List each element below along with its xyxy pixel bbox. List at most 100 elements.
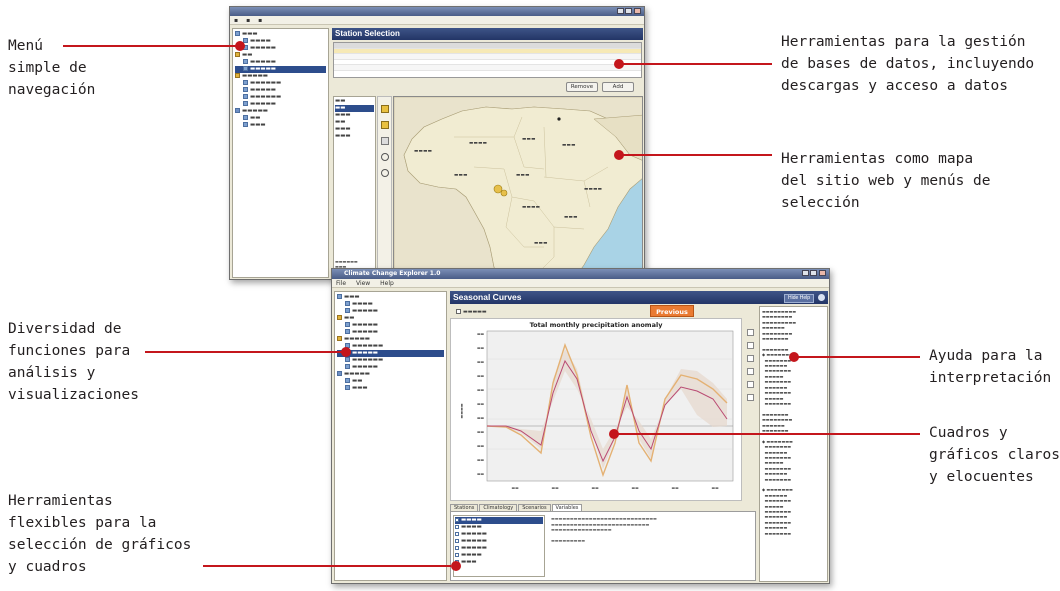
- x-tick-label: ▬▬: [591, 485, 599, 490]
- y-tick-label: ▬▬: [477, 415, 485, 420]
- tree-node[interactable]: ▬▬▬: [235, 122, 326, 129]
- tree-node[interactable]: ▬▬▬▬▬: [337, 329, 444, 336]
- close-button[interactable]: [819, 270, 826, 276]
- callout-line: [203, 565, 451, 567]
- tree-node[interactable]: ▬▬: [337, 315, 444, 322]
- window-titlebar[interactable]: Climate Change Explorer 1.0: [332, 269, 829, 279]
- add-button[interactable]: Add: [602, 82, 634, 92]
- tree-node[interactable]: ▬▬▬▬▬: [235, 101, 326, 108]
- x-tick-labels: ▬▬ ▬▬ ▬▬ ▬▬ ▬▬ ▬▬: [511, 485, 719, 490]
- variable-item[interactable]: ▬▬▬▬: [455, 552, 543, 559]
- hide-help-button[interactable]: Hide Help: [784, 294, 814, 303]
- tree-node[interactable]: ▬▬▬▬: [337, 301, 444, 308]
- chart-container: Total monthly precipitation anomaly ▬▬ ▬…: [450, 318, 742, 501]
- tree-node[interactable]: ▬▬▬: [235, 31, 326, 38]
- navigation-tree[interactable]: ▬▬▬ ▬▬▬▬ ▬▬▬▬▬ ▬▬ ▬▬▬▬▬ ▬▬▬▬▬ ▬▬▬▬▬ ▬▬▬▬…: [232, 28, 329, 278]
- tree-node[interactable]: ▬▬: [235, 52, 326, 59]
- window-titlebar[interactable]: [230, 7, 644, 16]
- chart-tool-icon[interactable]: [746, 355, 754, 362]
- tree-node[interactable]: ▬▬: [337, 378, 444, 385]
- tree-node[interactable]: ▬▬▬▬▬: [235, 87, 326, 94]
- annotation-charts: Cuadros y gráficos claros y elocuentes: [929, 425, 1060, 485]
- info-tool-icon[interactable]: [380, 137, 389, 145]
- database-table[interactable]: [333, 42, 642, 78]
- variable-item[interactable]: ▬▬▬▬▬: [455, 531, 543, 538]
- navigation-tree[interactable]: ▬▬▬ ▬▬▬▬ ▬▬▬▬▬ ▬▬ ▬▬▬▬▬ ▬▬▬▬▬ ▬▬▬▬▬ ▬▬▬▬…: [334, 291, 447, 581]
- tree-node[interactable]: ▬▬▬▬▬: [235, 73, 326, 80]
- station-selection-window: ▪ ▪ ▪ ▬▬▬ ▬▬▬▬ ▬▬▬▬▬ ▬▬ ▬▬▬▬▬ ▬▬▬▬▬ ▬▬▬▬▬ …: [229, 6, 645, 280]
- variable-list[interactable]: ▬▬▬▬ ▬▬▬▬ ▬▬▬▬▬ ▬▬▬▬▬ ▬▬▬▬▬ ▬▬▬▬ ▬▬▬: [453, 515, 545, 577]
- precipitation-chart: ▬▬ ▬▬ ▬▬ ▬▬ ▬▬ ▬▬ ▬▬ ▬▬ ▬▬ ▬▬ ▬▬ ▬▬ ▬▬ ▬…: [459, 330, 734, 490]
- tree-node[interactable]: ▬▬▬▬▬: [337, 322, 444, 329]
- layer-item[interactable]: ▬▬▬: [335, 133, 374, 140]
- tree-node[interactable]: ▬▬▬: [337, 294, 444, 301]
- variable-item[interactable]: ▬▬▬▬▬: [455, 538, 543, 545]
- tree-node[interactable]: ▬▬▬▬▬: [337, 364, 444, 371]
- remove-button[interactable]: Remove: [566, 82, 598, 92]
- menu-file[interactable]: File: [336, 280, 346, 287]
- y-tick-labels: ▬▬ ▬▬ ▬▬ ▬▬ ▬▬ ▬▬ ▬▬ ▬▬ ▬▬ ▬▬ ▬▬: [477, 331, 485, 476]
- variable-item[interactable]: ▬▬▬▬▬: [455, 545, 543, 552]
- minimize-button[interactable]: [802, 270, 809, 276]
- menu-view[interactable]: View: [356, 280, 370, 287]
- callout-dot: [614, 59, 624, 69]
- tree-node[interactable]: ▬▬▬▬▬: [337, 371, 444, 378]
- tree-node[interactable]: ▬▬▬▬▬: [337, 336, 444, 343]
- tree-node[interactable]: ▬▬▬▬▬▬: [337, 343, 444, 350]
- map-toolbar: [377, 96, 392, 277]
- variable-item[interactable]: ▬▬▬▬: [455, 524, 543, 531]
- tree-node[interactable]: ▬▬▬▬▬▬: [235, 80, 326, 87]
- tree-node[interactable]: ▬▬▬▬▬▬: [337, 357, 444, 364]
- pan-tool-icon[interactable]: [380, 105, 389, 113]
- layer-item[interactable]: ▬▬: [335, 119, 374, 126]
- tree-node[interactable]: ▬▬▬▬▬: [235, 59, 326, 66]
- tree-node-selected[interactable]: ▬▬▬▬▬: [337, 350, 444, 357]
- chart-tool-icon[interactable]: [746, 368, 754, 375]
- maximize-button[interactable]: [810, 270, 817, 276]
- layer-item-selected[interactable]: ▬▬: [335, 105, 374, 112]
- callout-line: [793, 356, 920, 358]
- previous-button[interactable]: Previous: [650, 305, 694, 317]
- zoom-out-icon[interactable]: [380, 169, 389, 177]
- minimize-button[interactable]: [617, 8, 624, 14]
- chart-tool-icon[interactable]: [746, 381, 754, 388]
- tree-node[interactable]: ▬▬▬▬▬: [235, 108, 326, 115]
- maximize-button[interactable]: [625, 8, 632, 14]
- menu-help[interactable]: Help: [380, 280, 394, 287]
- tree-node[interactable]: ▬▬▬: [337, 385, 444, 392]
- tree-node[interactable]: ▬▬▬▬▬: [337, 308, 444, 315]
- close-button[interactable]: [634, 8, 641, 14]
- y-tick-label: ▬▬: [477, 429, 485, 434]
- chart-tool-icon[interactable]: [746, 329, 754, 336]
- select-tool-icon[interactable]: [380, 121, 389, 129]
- zoom-in-icon[interactable]: [380, 153, 389, 161]
- y-axis-label: ▬▬▬▬: [459, 403, 464, 418]
- y-tick-label: ▬▬: [477, 373, 485, 378]
- tree-node[interactable]: ▬▬▬▬▬: [235, 45, 326, 52]
- layer-item[interactable]: ▬▬▬: [335, 112, 374, 119]
- window-title: Climate Change Explorer 1.0: [344, 270, 441, 277]
- help-icon[interactable]: [818, 294, 825, 301]
- station-map[interactable]: ▬▬▬▬ ▬▬▬▬ ▬▬▬ ▬▬▬ ▬▬▬ ▬▬▬ ▬▬▬▬ ▬▬▬▬ ▬▬▬ …: [393, 96, 643, 278]
- tree-node-selected[interactable]: ▬▬▬▬▬: [235, 66, 326, 73]
- chart-tool-icon[interactable]: [746, 394, 754, 401]
- options-checkbox[interactable]: ▬▬▬▬▬: [456, 309, 487, 315]
- x-tick-label: ▬▬: [711, 485, 719, 490]
- map-layer-list[interactable]: ▬▬ ▬▬ ▬▬▬ ▬▬ ▬▬▬ ▬▬▬ ▬▬▬▬▬▬▬▬▬▬▬: [333, 96, 376, 277]
- callout-dot: [614, 150, 624, 160]
- tree-node[interactable]: ▬▬: [235, 115, 326, 122]
- table-row[interactable]: [334, 65, 641, 71]
- x-tick-label: ▬▬: [551, 485, 559, 490]
- variable-item[interactable]: ▬▬▬: [455, 559, 543, 566]
- y-tick-label: ▬▬: [477, 387, 485, 392]
- tree-node[interactable]: ▬▬▬▬▬▬: [235, 94, 326, 101]
- callout-line: [145, 351, 345, 353]
- panel-header: Station Selection: [332, 28, 643, 40]
- tree-node[interactable]: ▬▬▬▬: [235, 38, 326, 45]
- y-tick-label: ▬▬: [477, 471, 485, 476]
- variable-item-selected[interactable]: ▬▬▬▬: [455, 517, 543, 524]
- callout-dot: [609, 429, 619, 439]
- chart-tool-icon[interactable]: [746, 342, 754, 349]
- layer-item[interactable]: ▬▬▬: [335, 126, 374, 133]
- callout-dot: [789, 352, 799, 362]
